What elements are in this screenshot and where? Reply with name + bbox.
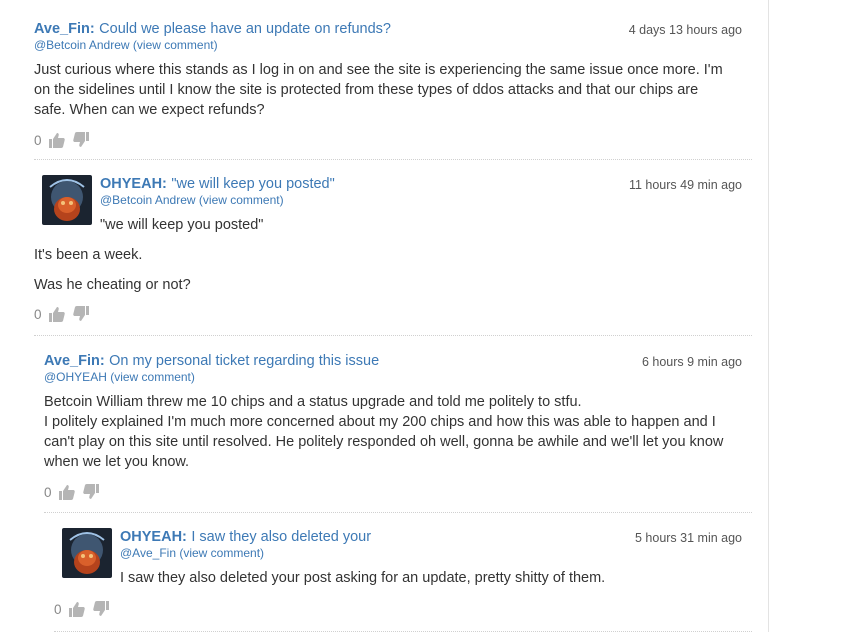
vote-bar: 0 (44, 481, 752, 503)
view-comment-link[interactable]: (view comment) (179, 546, 264, 560)
comment-body: Just curious where this stands as I log … (34, 60, 752, 120)
mention-link[interactable]: @Betcoin Andrew (34, 38, 130, 52)
comment-header: Ave_Fin: On my personal ticket regarding… (44, 352, 752, 388)
vote-count: 0 (44, 484, 52, 500)
comment-title: Ave_Fin: Could we please have an update … (34, 20, 391, 38)
comment-header: Ave_Fin: Could we please have an update … (34, 20, 752, 56)
vote-count: 0 (54, 601, 62, 617)
thumbs-down-icon[interactable] (92, 600, 110, 618)
comment-subject[interactable]: On my personal ticket regarding this iss… (109, 353, 379, 369)
comment-quote: "we will keep you posted" (100, 217, 264, 233)
comment-timestamp: 4 days 13 hours ago (628, 23, 742, 37)
thumbs-up-icon[interactable] (48, 305, 66, 323)
comment-body: "we will keep you posted" It's been a we… (34, 215, 752, 295)
comment-paragraph: Just curious where this stands as I log … (34, 62, 723, 118)
comment-title: OHYEAH: "we will keep you posted" (100, 175, 335, 193)
mention-link[interactable]: @OHYEAH (44, 370, 107, 384)
comment-author[interactable]: OHYEAH: (120, 529, 187, 545)
comment-author[interactable]: Ave_Fin: (34, 21, 95, 37)
mention-link[interactable]: @Betcoin Andrew (100, 193, 196, 207)
thumbs-down-icon[interactable] (72, 305, 90, 323)
comment-author[interactable]: OHYEAH: (100, 176, 167, 192)
view-comment-link[interactable]: (view comment) (199, 193, 284, 207)
comment-title: Ave_Fin: On my personal ticket regarding… (44, 352, 379, 370)
comment-title: OHYEAH: I saw they also deleted your (120, 528, 371, 546)
comment-reply-to: @Betcoin Andrew (view comment) (100, 193, 284, 207)
comment-author[interactable]: Ave_Fin: (44, 353, 105, 369)
comment-reply-to: @Ave_Fin (view comment) (120, 546, 264, 560)
comment-timestamp: 11 hours 49 min ago (628, 178, 742, 192)
comment-header: OHYEAH: "we will keep you posted" @Betco… (34, 175, 752, 211)
comment-paragraph: I saw they also deleted your post asking… (120, 570, 606, 586)
comment-paragraph: Was he cheating or not? (34, 277, 191, 293)
column-divider (768, 0, 769, 632)
view-comment-link[interactable]: (view comment) (133, 38, 218, 52)
vote-count: 0 (34, 132, 42, 148)
thumbs-down-icon[interactable] (82, 483, 100, 501)
thumbs-down-icon[interactable] (72, 131, 90, 149)
comment-paragraph: I politely explained I'm much more conce… (44, 414, 724, 470)
thumbs-up-icon[interactable] (58, 483, 76, 501)
comment: Ave_Fin: Could we please have an update … (34, 20, 752, 160)
comment-timestamp: 6 hours 9 min ago (641, 355, 742, 369)
comment: Ave_Fin: On my personal ticket regarding… (44, 352, 752, 513)
comment-body: Betcoin William threw me 10 chips and a … (44, 392, 752, 472)
comment-paragraph: It's been a week. (34, 247, 143, 263)
view-comment-link[interactable]: (view comment) (110, 370, 195, 384)
vote-bar: 0 (34, 303, 752, 325)
thumbs-up-icon[interactable] (48, 131, 66, 149)
comment: OHYEAH: I saw they also deleted your @Av… (54, 528, 752, 632)
comment-paragraph: Betcoin William threw me 10 chips and a … (44, 394, 582, 410)
comment-subject[interactable]: Could we please have an update on refund… (99, 21, 391, 37)
comment: OHYEAH: "we will keep you posted" @Betco… (34, 175, 752, 336)
thumbs-up-icon[interactable] (68, 600, 86, 618)
vote-count: 0 (34, 306, 42, 322)
comment-subject[interactable]: "we will keep you posted" (171, 176, 334, 192)
vote-bar: 0 (34, 129, 752, 151)
comment-body: I saw they also deleted your post asking… (54, 568, 752, 588)
vote-bar: 0 (54, 598, 752, 620)
comment-timestamp: 5 hours 31 min ago (634, 531, 742, 545)
comment-subject[interactable]: I saw they also deleted your (191, 529, 371, 545)
comment-reply-to: @Betcoin Andrew (view comment) (34, 38, 218, 52)
comment-thread: Ave_Fin: Could we please have an update … (0, 0, 865, 632)
comment-header: OHYEAH: I saw they also deleted your @Av… (54, 528, 752, 564)
mention-link[interactable]: @Ave_Fin (120, 546, 176, 560)
comment-reply-to: @OHYEAH (view comment) (44, 370, 195, 384)
